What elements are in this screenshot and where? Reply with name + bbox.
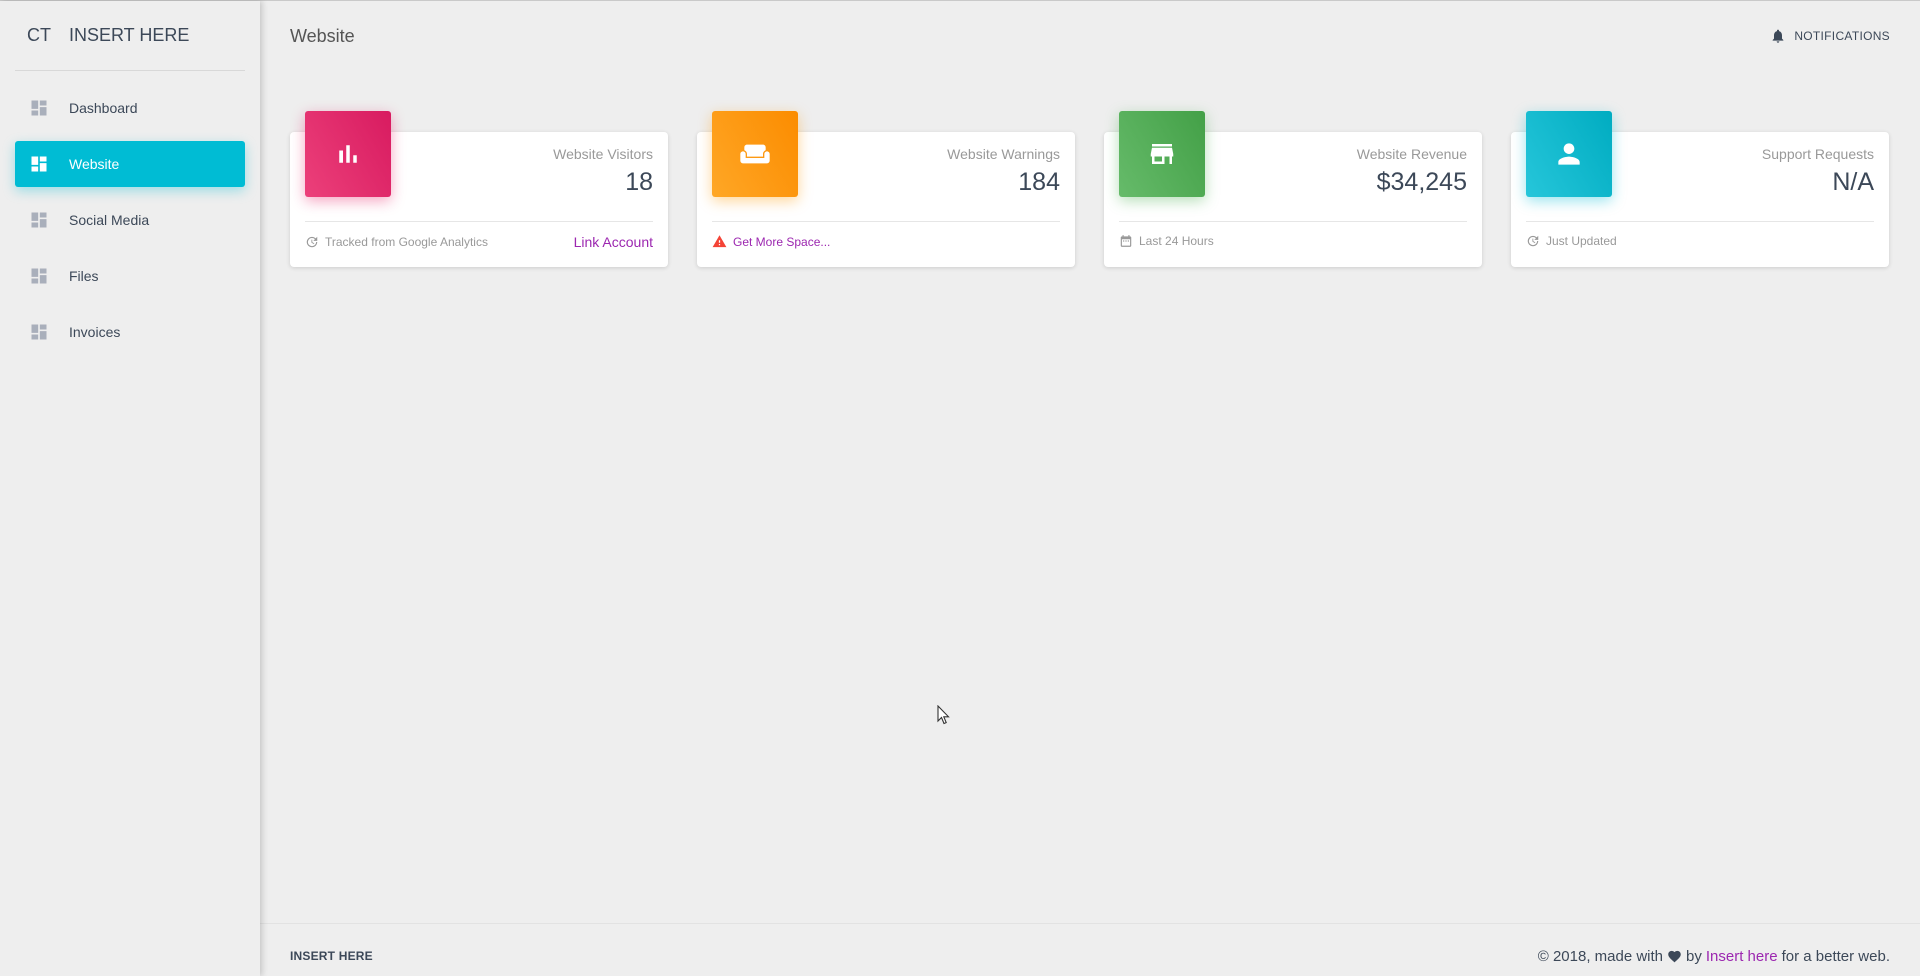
brand[interactable]: CT INSERT HERE	[15, 1, 245, 71]
top-navbar: Website NOTIFICATIONS	[260, 1, 1920, 71]
card-footer-text: Last 24 Hours	[1139, 234, 1214, 248]
page-footer: INSERT HERE © 2018, made with by Insert …	[260, 923, 1920, 976]
weekend-sofa-icon	[740, 144, 770, 164]
warning-icon	[712, 235, 727, 248]
sidebar-item-label: Social Media	[69, 212, 150, 228]
card-footer: Just Updated	[1526, 234, 1874, 248]
store-icon	[1150, 144, 1174, 164]
card-divider	[712, 221, 1060, 222]
sidebar-item-label: Website	[69, 156, 120, 172]
card-value: 184	[1018, 168, 1060, 196]
card-footer-text: Tracked from Google Analytics	[325, 235, 488, 249]
brand-name: INSERT HERE	[69, 25, 190, 45]
card-footer-text: Just Updated	[1546, 234, 1617, 248]
sidebar-item-label: Invoices	[69, 324, 121, 340]
card-icon-box	[712, 111, 798, 197]
sidebar-item-label: Dashboard	[69, 100, 138, 116]
dashboard-icon	[31, 156, 47, 172]
card-icon-box	[1526, 111, 1612, 197]
card-value: 18	[625, 168, 653, 196]
brand-mini-logo: CT	[27, 25, 51, 45]
link-account-link[interactable]: Link Account	[574, 234, 653, 250]
card-footer: Last 24 Hours	[1119, 234, 1467, 248]
get-more-space-link[interactable]: Get More Space...	[733, 235, 830, 249]
sidebar-item-social-media[interactable]: Social Media	[15, 197, 245, 243]
update-icon	[1527, 235, 1539, 247]
update-icon	[306, 236, 318, 248]
notifications-button[interactable]: NOTIFICATIONS	[1770, 28, 1890, 44]
dashboard-icon	[31, 268, 47, 284]
card-category: Website Revenue	[1356, 146, 1467, 162]
card-icon-box	[1119, 111, 1205, 197]
mouse-cursor-icon	[937, 705, 950, 725]
page-title[interactable]: Website	[290, 26, 355, 47]
main-panel: Website NOTIFICATIONS Website Visitors 1…	[260, 1, 1920, 976]
sidebar-item-files[interactable]: Files	[15, 253, 245, 299]
card-footer: Get More Space...	[712, 234, 1060, 249]
sidebar-item-dashboard[interactable]: Dashboard	[15, 85, 245, 131]
card-divider	[1119, 221, 1467, 222]
sidebar-nav: Dashboard Website Social Media Files Inv…	[0, 71, 260, 355]
bell-icon	[1772, 29, 1784, 43]
heart-icon	[1668, 950, 1681, 962]
notifications-label: NOTIFICATIONS	[1794, 29, 1890, 43]
card-category: Support Requests	[1761, 146, 1874, 162]
footer-brand-link[interactable]: INSERT HERE	[290, 949, 373, 963]
sidebar-item-invoices[interactable]: Invoices	[15, 309, 245, 355]
calendar-icon	[1120, 235, 1132, 247]
footer-credit-link[interactable]: Insert here	[1706, 948, 1778, 965]
bar-chart-icon	[339, 145, 357, 163]
copyright: © 2018, made with by Insert here for a b…	[1538, 948, 1890, 965]
card-value: N/A	[1832, 168, 1874, 196]
stat-card-support: Support Requests N/A Just Updated	[1511, 111, 1889, 267]
copyright-by: by	[1686, 947, 1702, 965]
sidebar: CT INSERT HERE Dashboard Website Social …	[0, 1, 260, 976]
stats-cards: Website Visitors 18 Tracked from Google …	[290, 111, 1889, 267]
dashboard-icon	[31, 212, 47, 228]
card-value: $34,245	[1376, 168, 1467, 196]
sidebar-item-label: Files	[69, 268, 99, 284]
card-divider	[1526, 221, 1874, 222]
card-footer: Tracked from Google Analytics Link Accou…	[305, 234, 653, 250]
card-category: Website Warnings	[947, 146, 1060, 162]
card-category: Website Visitors	[553, 146, 653, 162]
copyright-suffix: for a better web.	[1781, 947, 1890, 965]
copyright-prefix: © 2018, made with	[1537, 947, 1664, 965]
dashboard-icon	[31, 324, 47, 340]
card-icon-box	[305, 111, 391, 197]
sidebar-item-website[interactable]: Website	[15, 141, 245, 187]
stat-card-revenue: Website Revenue $34,245 Last 24 Hours	[1104, 111, 1482, 267]
card-divider	[305, 221, 653, 222]
dashboard-icon	[31, 100, 47, 116]
person-icon	[1558, 143, 1580, 165]
stat-card-visitors: Website Visitors 18 Tracked from Google …	[290, 111, 668, 267]
stat-card-warnings: Website Warnings 184 Get More Space...	[697, 111, 1075, 267]
